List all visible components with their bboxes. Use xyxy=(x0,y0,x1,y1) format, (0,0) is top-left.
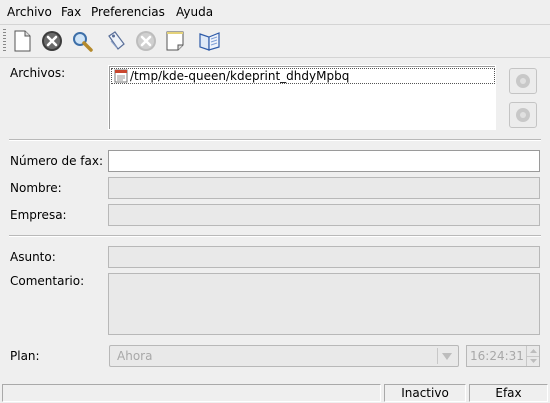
statusbar: Inactivo Efax xyxy=(0,382,550,403)
new-document-icon xyxy=(14,30,31,52)
separator xyxy=(9,235,541,237)
list-item[interactable]: /tmp/kde-queen/kdeprint_dhdyMpbq xyxy=(111,68,495,84)
fax-number-label: Número de fax: xyxy=(10,154,104,168)
add-file-button[interactable] xyxy=(509,68,537,94)
comment-label: Comentario: xyxy=(10,274,85,288)
address-book-button[interactable] xyxy=(197,28,223,54)
new-document-button[interactable] xyxy=(9,28,35,54)
chevron-up-icon xyxy=(529,349,537,353)
status-state: Inactivo xyxy=(384,384,466,402)
cancel-disabled-icon xyxy=(136,31,156,51)
files-list[interactable]: /tmp/kde-queen/kdeprint_dhdyMpbq xyxy=(108,65,496,130)
file-path: /tmp/kde-queen/kdeprint_dhdyMpbq xyxy=(130,69,350,83)
menu-ayuda[interactable]: Ayuda xyxy=(176,5,213,19)
tag-button[interactable] xyxy=(103,28,129,54)
remove-file-button[interactable] xyxy=(509,102,537,128)
status-program: Efax xyxy=(469,384,548,402)
zoom-icon xyxy=(73,32,93,52)
time-spinbox[interactable]: 16:24:31 xyxy=(466,345,540,367)
plan-dropdown-arrow[interactable] xyxy=(437,348,456,364)
files-label: Archivos: xyxy=(10,66,66,80)
toolbar xyxy=(0,24,550,58)
menu-fax[interactable]: Fax xyxy=(61,5,81,19)
chevron-down-icon xyxy=(529,359,537,363)
fax-number-input[interactable] xyxy=(108,150,540,172)
plan-value: Ahora xyxy=(117,349,153,363)
company-input[interactable] xyxy=(108,204,540,226)
page-button[interactable] xyxy=(162,28,188,54)
chevron-down-icon xyxy=(442,352,452,360)
menu-preferencias[interactable]: Preferencias xyxy=(91,5,165,19)
separator xyxy=(9,139,541,141)
status-message xyxy=(2,384,381,402)
cancel-icon xyxy=(42,31,62,51)
address-book-icon xyxy=(199,32,220,51)
file-icon xyxy=(114,69,128,83)
cancel-disabled-button[interactable] xyxy=(133,28,159,54)
menubar: Archivo Fax Preferencias Ayuda xyxy=(0,0,550,24)
cancel-button[interactable] xyxy=(39,28,65,54)
plan-label: Plan: xyxy=(10,349,40,363)
page-icon xyxy=(166,31,184,51)
subject-label: Asunto: xyxy=(10,250,56,264)
menu-archivo[interactable]: Archivo xyxy=(7,5,52,19)
time-down-button[interactable] xyxy=(526,356,539,366)
tag-icon xyxy=(108,31,125,50)
name-label: Nombre: xyxy=(10,181,62,195)
gear-icon xyxy=(516,74,530,88)
zoom-button[interactable] xyxy=(69,28,95,54)
name-input[interactable] xyxy=(108,177,540,199)
time-value: 16:24:31 xyxy=(470,349,524,363)
company-label: Empresa: xyxy=(10,208,67,222)
subject-input[interactable] xyxy=(108,246,540,268)
plan-select[interactable]: Ahora xyxy=(109,345,459,367)
comment-textarea[interactable] xyxy=(108,273,540,335)
gear-icon xyxy=(516,108,530,122)
toolbar-handle[interactable] xyxy=(3,29,6,51)
